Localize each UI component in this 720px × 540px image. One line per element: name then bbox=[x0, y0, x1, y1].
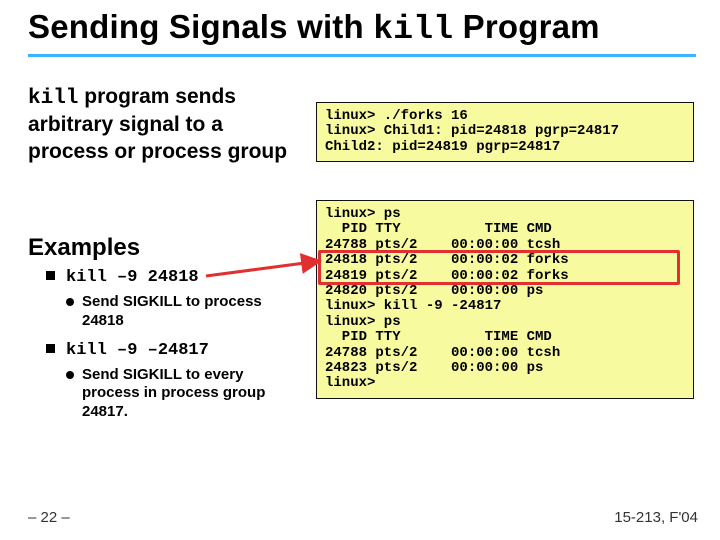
square-bullet-icon bbox=[46, 344, 55, 353]
bullet-subtext: Send SIGKILL to every process in process… bbox=[82, 366, 265, 421]
page-number: – 22 – bbox=[28, 509, 70, 526]
bullet-command: kill –9 24818 bbox=[66, 268, 199, 287]
arrow-icon bbox=[200, 256, 370, 306]
intro-paragraph: kill program sends arbitrary signal to a… bbox=[28, 84, 308, 165]
intro-code: kill bbox=[28, 87, 78, 110]
disc-bullet-icon bbox=[66, 298, 74, 306]
title-rule bbox=[28, 54, 696, 57]
examples-heading: Examples bbox=[28, 234, 140, 262]
list-sub-item: Send SIGKILL to every process in process… bbox=[46, 366, 286, 422]
list-item: kill –9 –24817 bbox=[46, 339, 286, 360]
slide-title: Sending Signals with kill Program bbox=[28, 8, 700, 48]
disc-bullet-icon bbox=[66, 371, 74, 379]
terminal-output-bottom: linux> ps PID TTY TIME CMD 24788 pts/2 0… bbox=[316, 200, 694, 399]
highlight-box bbox=[318, 250, 680, 285]
title-pre: Sending Signals with bbox=[28, 8, 373, 45]
title-post: Program bbox=[453, 8, 599, 45]
title-code: kill bbox=[373, 11, 453, 48]
course-tag: 15-213, F'04 bbox=[614, 509, 698, 526]
bullet-command: kill –9 –24817 bbox=[66, 341, 209, 360]
slide: Sending Signals with kill Program kill p… bbox=[0, 0, 720, 540]
square-bullet-icon bbox=[46, 271, 55, 280]
terminal-output-top: linux> ./forks 16 linux> Child1: pid=248… bbox=[316, 102, 694, 162]
